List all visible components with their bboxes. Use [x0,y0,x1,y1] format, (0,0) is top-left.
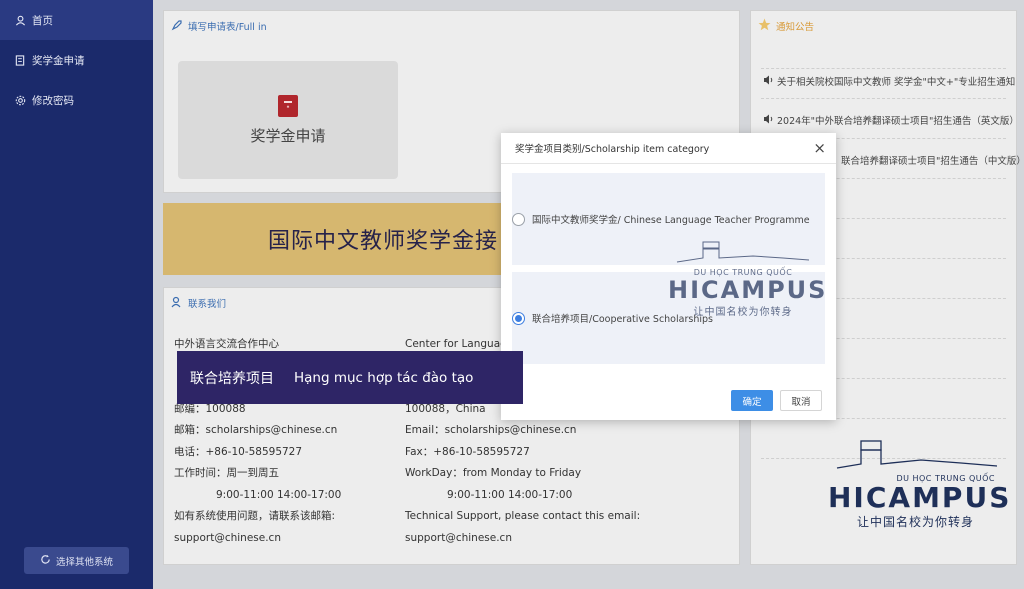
sidebar-item-password[interactable]: 修改密码 [0,80,153,120]
dialog-title: 奖学金项目类别/Scholarship item category [515,144,710,155]
switch-system-button[interactable]: 选择其他系统 [24,547,129,574]
caption-vietnamese: Hạng mục hợp tác đào tạo [294,369,474,386]
refresh-icon [40,554,51,568]
panel-header: 通知公告 [751,11,1016,41]
close-icon[interactable]: × [813,139,826,157]
sidebar-item-scholarship[interactable]: 奖学金申请 [0,40,153,80]
contact-line: 9:00-11:00 14:00-17:00 [174,488,342,501]
watermark-tagline: 让中国名校为你转身 [856,515,974,529]
banner-text: 国际中文教师奖学金接 [268,229,499,254]
rocket-icon [171,19,183,34]
sidebar: 首页 奖学金申请 修改密码 选择其他系统 [0,0,153,589]
notice-text: 关于相关院校国际中文教师 奖学金"中文+"专业招生通知 [777,77,1016,88]
radio-button[interactable] [512,212,525,226]
divider [761,68,1006,69]
contact-line: 电话：+86-10-58595727 [174,445,303,458]
panel-header: 填写申请表/Full in [164,11,739,41]
sidebar-item-label: 修改密码 [32,94,74,107]
watermark-brand: HICAMPUS [668,276,828,304]
contact-line: 工作时间：周一到周五 [174,467,279,479]
contact-line: support@chinese.cn [405,531,512,544]
option-label: 国际中文教师奖学金/ Chinese Language Teacher Prog… [532,215,810,226]
contact-line: Technical Support, please contact this e… [405,510,641,522]
contact-line: support@chinese.cn [174,531,281,544]
caption-chinese: 联合培养项目 [190,370,274,387]
dialog-header: 奖学金项目类别/Scholarship item category [501,133,836,164]
panel-title: 联系我们 [188,299,227,310]
home-icon [14,14,26,26]
sidebar-item-label: 奖学金申请 [32,54,85,67]
great-wall-icon [676,241,810,263]
watermark-brand: HICAMPUS [828,481,1012,514]
contact-line: 9:00-11:00 14:00-17:00 [405,488,573,501]
contact-line: Fax：+86-10-58595727 [405,445,530,458]
notice-text: 2024年"中外联合培养翻译硕士项目"招生通告（英文版） [777,116,1019,127]
star-icon [758,18,771,34]
notice-text: 联合培养翻译硕士项目"招生通告（中文版） [841,156,1024,167]
user-icon [171,296,183,311]
confirm-button[interactable]: 确定 [731,390,773,411]
notice-item[interactable]: 2024年"中外联合培养翻译硕士项目"招生通告（英文版） [763,113,1019,127]
contact-line: 邮箱：scholarships@chinese.cn [174,424,338,436]
panel-title: 通知公告 [776,22,815,33]
sidebar-item-label: 首页 [32,14,53,27]
cancel-button[interactable]: 取消 [780,390,822,411]
radio-button[interactable] [512,311,525,325]
contact-line: 如有系统使用问题，请联系该邮箱: [174,510,336,522]
gear-icon [14,94,26,106]
panel-title: 填写申请表/Full in [188,22,267,33]
watermark-logo: DU HỌC TRUNG QUỐC HICAMPUS 让中国名校为你转身 [668,236,828,318]
scholarship-apply-card[interactable]: 奖学金申请 [178,61,398,179]
caption-overlay: 联合培养项目 Hạng mục hợp tác đào tạo [177,351,523,404]
contact-line: Email：scholarships@chinese.cn [405,424,577,436]
divider [761,98,1006,99]
great-wall-icon [836,440,997,469]
watermark-logo: DU HỌC TRUNG QUỐC HICAMPUS 让中国名校为你转身 [828,436,1012,530]
document-icon [14,54,26,66]
speaker-icon [763,75,774,88]
sidebar-item-home[interactable]: 首页 [0,0,153,40]
notice-item[interactable]: 联合培养翻译硕士项目"招生通告（中文版） [841,153,1024,167]
notice-item[interactable]: 关于相关院校国际中文教师 奖学金"中文+"专业招生通知 [763,74,1015,88]
watermark-tagline: 让中国名校为你转身 [693,307,793,318]
contact-line: WorkDay：from Monday to Friday [405,467,582,479]
switch-system-label: 选择其他系统 [55,556,113,568]
application-icon [278,94,298,117]
apply-card-label: 奖学金申请 [250,126,326,145]
speaker-icon [763,114,774,127]
